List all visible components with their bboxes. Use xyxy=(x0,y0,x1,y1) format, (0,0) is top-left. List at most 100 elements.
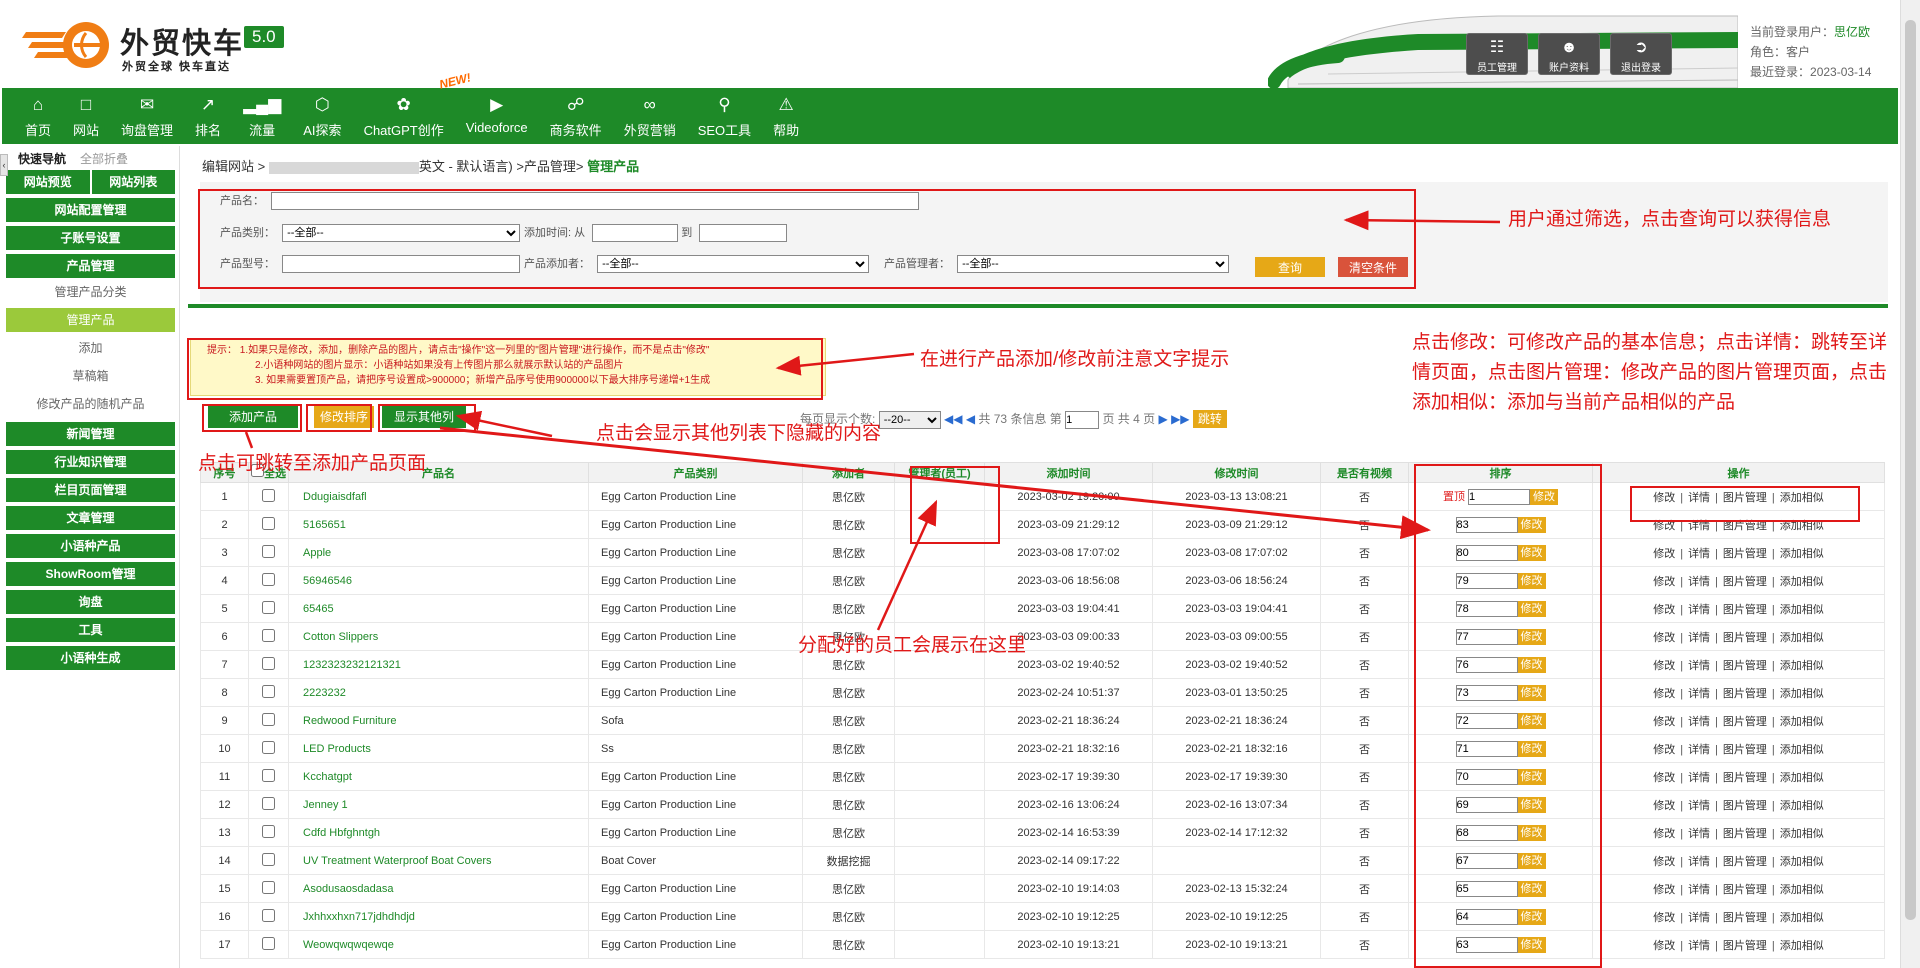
product-name-link[interactable]: LED Products xyxy=(288,734,589,763)
sidebar-item-10[interactable]: 栏目页面管理 xyxy=(6,478,175,502)
site-preview-button[interactable]: 网站预览 xyxy=(6,170,90,194)
edit-link[interactable]: 修改 xyxy=(1653,660,1675,672)
sidebar-item-6[interactable]: 草稿箱 xyxy=(6,362,175,390)
edit-link[interactable]: 修改 xyxy=(1653,548,1675,560)
detail-link[interactable]: 详情 xyxy=(1688,828,1710,840)
image-manage-link[interactable]: 图片管理 xyxy=(1723,800,1767,812)
product-name-link[interactable]: Cdfd Hbfghntgh xyxy=(288,818,589,847)
product-name-link[interactable]: Ddugiaisdfafl xyxy=(288,482,589,511)
sidebar-item-0[interactable]: 网站配置管理 xyxy=(6,198,175,222)
product-name-link[interactable]: Weowqwqwqewqe xyxy=(288,930,589,959)
row-checkbox[interactable] xyxy=(262,544,275,558)
image-manage-link[interactable]: 图片管理 xyxy=(1723,716,1767,728)
sidebar-item-16[interactable]: 小语种生成 xyxy=(6,646,175,670)
row-checkbox[interactable] xyxy=(262,936,275,950)
edit-link[interactable]: 修改 xyxy=(1653,800,1675,812)
row-checkbox[interactable] xyxy=(262,684,275,698)
nav-inquiry[interactable]: ✉ 询盘管理 xyxy=(110,88,184,144)
product-name-link[interactable]: Jenney 1 xyxy=(288,790,589,819)
add-similar-link[interactable]: 添加相似 xyxy=(1780,800,1824,812)
product-name-link[interactable]: Asodusaosdadasa xyxy=(288,874,589,903)
image-manage-link[interactable]: 图片管理 xyxy=(1723,604,1767,616)
detail-link[interactable]: 详情 xyxy=(1688,912,1710,924)
sidebar-item-8[interactable]: 新闻管理 xyxy=(6,422,175,446)
image-manage-link[interactable]: 图片管理 xyxy=(1723,856,1767,868)
detail-link[interactable]: 详情 xyxy=(1688,940,1710,952)
sidebar-item-3[interactable]: 管理产品分类 xyxy=(6,278,175,306)
nav-website[interactable]: □ 网站 xyxy=(62,88,110,144)
edit-link[interactable]: 修改 xyxy=(1653,884,1675,896)
nav-seo[interactable]: ⚲ SEO工具 xyxy=(687,88,762,144)
add-similar-link[interactable]: 添加相似 xyxy=(1780,884,1824,896)
row-checkbox[interactable] xyxy=(262,488,275,502)
product-name-link[interactable]: 2223232 xyxy=(288,678,589,707)
sidebar-item-9[interactable]: 行业知识管理 xyxy=(6,450,175,474)
edit-link[interactable]: 修改 xyxy=(1653,632,1675,644)
sidebar-item-15[interactable]: 工具 xyxy=(6,618,175,642)
page-scrollbar[interactable] xyxy=(1900,0,1920,968)
last-page-icon[interactable]: ▶▶ xyxy=(1171,412,1189,426)
image-manage-link[interactable]: 图片管理 xyxy=(1723,884,1767,896)
nav-traffic[interactable]: ▂▄▆ 流量 xyxy=(232,88,292,144)
nav-chatgpt[interactable]: ✿ ChatGPT创作 NEW! xyxy=(353,70,472,144)
edit-link[interactable]: 修改 xyxy=(1653,828,1675,840)
sidebar-item-11[interactable]: 文章管理 xyxy=(6,506,175,530)
edit-link[interactable]: 修改 xyxy=(1653,940,1675,952)
site-logo[interactable]: 外贸快车 5.0 外贸全球 快车直达 xyxy=(22,16,284,76)
row-checkbox[interactable] xyxy=(262,572,275,586)
product-name-link[interactable]: Redwood Furniture xyxy=(288,706,589,735)
sidebar-item-14[interactable]: 询盘 xyxy=(6,590,175,614)
page-number-input[interactable] xyxy=(1065,410,1100,429)
edit-link[interactable]: 修改 xyxy=(1653,688,1675,700)
image-manage-link[interactable]: 图片管理 xyxy=(1723,912,1767,924)
detail-link[interactable]: 详情 xyxy=(1688,744,1710,756)
row-checkbox[interactable] xyxy=(262,600,275,614)
image-manage-link[interactable]: 图片管理 xyxy=(1723,688,1767,700)
image-manage-link[interactable]: 图片管理 xyxy=(1723,940,1767,952)
detail-link[interactable]: 详情 xyxy=(1688,632,1710,644)
add-similar-link[interactable]: 添加相似 xyxy=(1780,688,1824,700)
product-name-link[interactable]: Kcchatgpt xyxy=(288,762,589,791)
nav-ai[interactable]: ⬡ AI探索 xyxy=(292,88,352,144)
detail-link[interactable]: 详情 xyxy=(1688,772,1710,784)
image-manage-link[interactable]: 图片管理 xyxy=(1723,632,1767,644)
row-checkbox[interactable] xyxy=(262,880,275,894)
prev-page-icon[interactable]: ◀ xyxy=(966,412,975,426)
add-similar-link[interactable]: 添加相似 xyxy=(1780,576,1824,588)
scrollbar-thumb[interactable] xyxy=(1905,20,1916,920)
image-manage-link[interactable]: 图片管理 xyxy=(1723,660,1767,672)
detail-link[interactable]: 详情 xyxy=(1688,856,1710,868)
add-similar-link[interactable]: 添加相似 xyxy=(1780,744,1824,756)
add-similar-link[interactable]: 添加相似 xyxy=(1780,912,1824,924)
sidebar-item-1[interactable]: 子账号设置 xyxy=(6,226,175,250)
product-name-link[interactable]: 65465 xyxy=(288,594,589,623)
row-checkbox[interactable] xyxy=(262,824,275,838)
product-name-link[interactable]: Jxhhxxhxn717jdhdhdjd xyxy=(288,902,589,931)
add-similar-link[interactable]: 添加相似 xyxy=(1780,604,1824,616)
nav-marketing[interactable]: ∞ 外贸营销 xyxy=(613,88,687,144)
per-page-select[interactable]: --20-- xyxy=(878,410,941,429)
detail-link[interactable]: 详情 xyxy=(1688,800,1710,812)
sidebar-item-2[interactable]: 产品管理 xyxy=(6,254,175,278)
add-similar-link[interactable]: 添加相似 xyxy=(1780,856,1824,868)
row-checkbox[interactable] xyxy=(262,852,275,866)
edit-link[interactable]: 修改 xyxy=(1653,856,1675,868)
add-similar-link[interactable]: 添加相似 xyxy=(1780,632,1824,644)
account-info-button[interactable]: ☻ 账户资料 xyxy=(1538,33,1600,75)
logout-button[interactable]: ➲ 退出登录 xyxy=(1610,33,1672,75)
row-checkbox[interactable] xyxy=(262,656,275,670)
detail-link[interactable]: 详情 xyxy=(1688,688,1710,700)
add-similar-link[interactable]: 添加相似 xyxy=(1780,660,1824,672)
row-checkbox[interactable] xyxy=(262,908,275,922)
detail-link[interactable]: 详情 xyxy=(1688,576,1710,588)
edit-link[interactable]: 修改 xyxy=(1653,604,1675,616)
sidebar-item-7[interactable]: 修改产品的随机产品 xyxy=(6,390,175,418)
edit-link[interactable]: 修改 xyxy=(1653,772,1675,784)
staff-management-button[interactable]: ☷ 员工管理 xyxy=(1466,33,1528,75)
nav-business[interactable]: ☍ 商务软件 xyxy=(539,88,613,144)
product-name-link[interactable]: 1232323232121321 xyxy=(288,650,589,679)
sidebar-item-4[interactable]: 管理产品 xyxy=(6,308,175,332)
row-checkbox[interactable] xyxy=(262,740,275,754)
add-similar-link[interactable]: 添加相似 xyxy=(1780,548,1824,560)
detail-link[interactable]: 详情 xyxy=(1688,604,1710,616)
